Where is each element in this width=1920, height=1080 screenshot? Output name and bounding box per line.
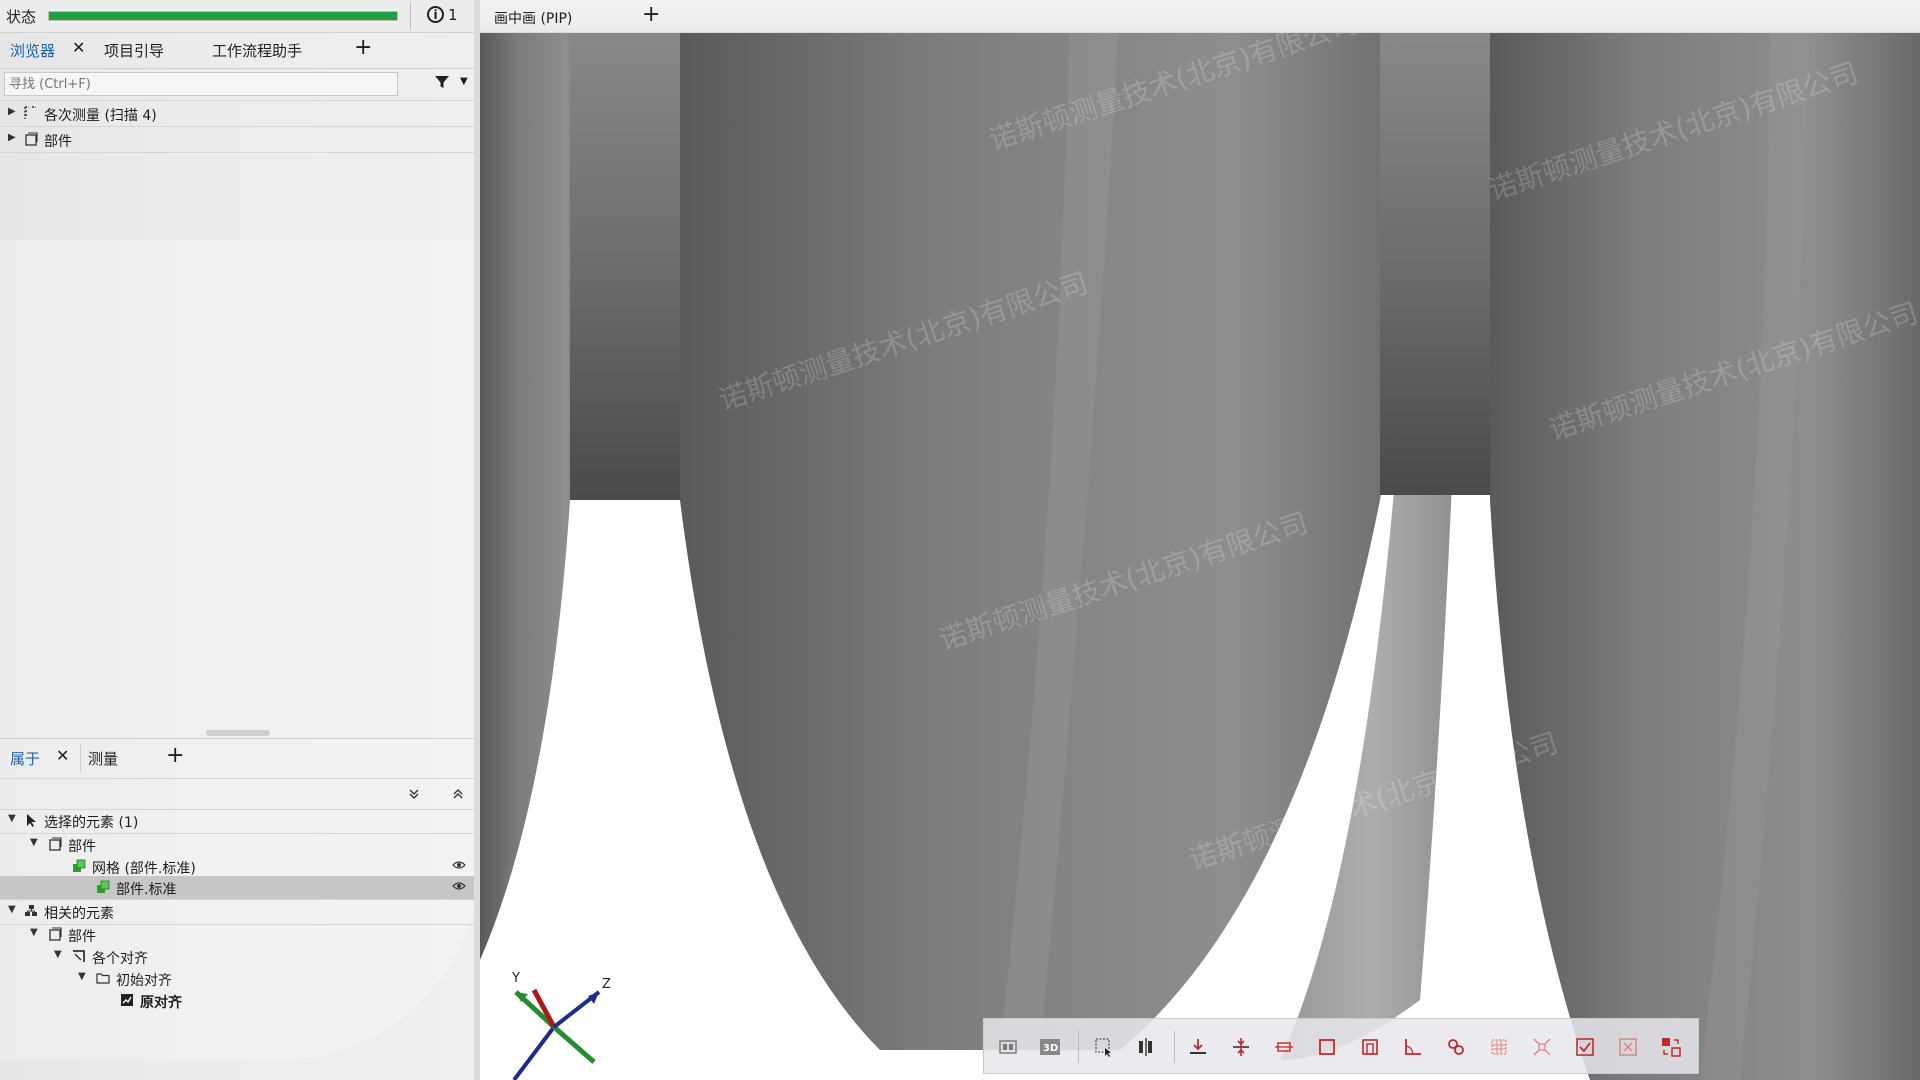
fit-width-icon[interactable] [1270,1033,1298,1061]
split-view-icon[interactable] [1132,1033,1160,1061]
close-icon[interactable]: ✕ [56,746,69,765]
chevron-down-icon[interactable]: ▼ [30,927,38,938]
alignment-icon [73,950,85,962]
tree-item-part[interactable]: ▶ 部件 [0,128,474,153]
info-icon[interactable]: i [427,6,444,23]
2d-view-icon[interactable] [994,1033,1022,1061]
original-alignment-icon [121,994,133,1006]
status-progress-bar [48,11,398,21]
chevron-right-icon[interactable]: ▶ [8,132,16,143]
tree-item-label: 部件 [68,839,96,855]
mesh-render[interactable] [480,0,1920,1080]
check-icon[interactable] [1571,1033,1599,1061]
eye-icon[interactable] [452,881,466,891]
tree-item-label: 原对齐 [140,995,182,1011]
tree-item-label: 初始对齐 [116,973,172,989]
cursor-arrow-icon [27,814,36,827]
tree-item-label: 选择的元素 (1) [44,815,139,831]
tree-item-measurements[interactable]: ▶ 各次测量 (扫描 4) [0,102,474,127]
add-tab-button[interactable]: + [166,743,184,768]
add-tab-button[interactable]: + [354,35,372,60]
close-box-icon[interactable] [1614,1033,1642,1061]
axis-triad: Y Z [511,972,611,1080]
y-axis-neg [552,1025,596,1064]
tab-pip[interactable]: 画中画 (PIP) [494,8,572,28]
part-icon [49,837,62,851]
status-bar: 状态 i 1 [0,0,474,33]
collapse-all-icon[interactable] [452,788,464,800]
info-count: 1 [448,6,458,24]
3d-view-icon[interactable]: 3D [1036,1033,1064,1061]
mesh-icon [73,859,86,872]
tree-item-label: 各次测量 (扫描 4) [44,108,157,124]
tab-measurement[interactable]: 测量 [88,748,118,769]
tree-item-selected-elements[interactable]: ▼ 选择的元素 (1) [0,809,474,834]
tab-workflow-assistant[interactable]: 工作流程助手 [212,40,302,61]
rectangle-icon[interactable] [1313,1033,1341,1061]
measurement-series-icon [24,106,36,119]
align-center-icon[interactable] [1227,1033,1255,1061]
tab-project-guide[interactable]: 项目引导 [104,40,164,61]
frame-icon[interactable] [1356,1033,1384,1061]
tree-item-related-part[interactable]: ▼ 部件 [0,923,474,947]
align-bottom-icon[interactable] [1184,1033,1212,1061]
chevron-down-icon[interactable]: ▼ [460,76,468,87]
properties-tabstrip: 属于 ✕ 测量 + [0,740,474,776]
filter-icon[interactable] [434,74,450,90]
view-toolbar: 3D [983,1018,1699,1074]
properties-toolbar [0,778,474,810]
viewport-tabbar: 画中画 (PIP) + [480,0,1920,33]
tab-properties[interactable]: 属于 [10,748,40,769]
x-axis [512,1025,556,1080]
tree-item-selected-part[interactable]: ▼ 部件 [0,833,474,857]
chevron-down-icon[interactable]: ▼ [30,837,38,848]
tree-item-related-elements[interactable]: ▼ 相关的元素 [0,899,474,925]
transform-icon[interactable] [1657,1033,1685,1061]
chevron-down-icon[interactable]: ▼ [54,949,62,960]
svg-text:3D: 3D [1043,1043,1058,1054]
tree-item-initial-alignment[interactable]: ▼ 初始对齐 [0,967,474,991]
part-icon [25,132,38,146]
tab-browser[interactable]: 浏览器 [10,40,55,61]
tree-item-label: 部件 [44,134,72,150]
close-icon[interactable]: ✕ [72,38,85,57]
add-tab-button[interactable]: + [642,2,660,27]
tree-item-alignments[interactable]: ▼ 各个对齐 [0,945,474,969]
expand-all-icon[interactable] [408,788,420,800]
status-label: 状态 [6,8,37,26]
part-icon [49,927,62,941]
chevron-down-icon[interactable]: ▼ [8,813,16,824]
3d-viewport[interactable]: 诺斯顿测量技术(北京)有限公司 诺斯顿测量技术(北京)有限公司 诺斯顿测量技术(… [480,0,1920,1080]
mesh-icon [97,880,110,893]
tree-item-label: 部件.标准 [116,882,177,898]
chevron-down-icon[interactable]: ▼ [78,971,86,982]
selection-icon[interactable] [1090,1033,1118,1061]
related-elements-icon [25,905,37,916]
chevron-down-icon[interactable]: ▼ [8,904,16,915]
shrink-icon[interactable] [1528,1033,1556,1061]
search-input[interactable] [4,72,398,96]
left-panel: 状态 i 1 浏览器 ✕ 项目引导 工作流程助手 + ▼ ▶ 各次测量 (扫描 … [0,0,480,1080]
tree-item-label: 各个对齐 [92,951,148,967]
eye-icon[interactable] [452,860,466,870]
chevron-right-icon[interactable]: ▶ [8,106,16,117]
angle-icon[interactable] [1399,1033,1427,1061]
grid-select-icon[interactable] [1485,1033,1513,1061]
browser-tabstrip: 浏览器 ✕ 项目引导 工作流程助手 + [0,32,474,69]
tree-item-label: 网格 (部件.标准) [92,861,196,877]
folder-icon [96,973,110,984]
tree-item-label: 部件 [68,929,96,945]
tree-item-original-alignment[interactable]: 原对齐 [0,989,474,1013]
z-axis-label: Z [602,977,611,992]
link-icon[interactable] [1442,1033,1470,1061]
panel-splitter-handle[interactable] [206,730,270,736]
tree-item-mesh-child[interactable]: 部件.标准 [0,876,474,900]
y-axis-label: Y [511,972,520,986]
tree-item-label: 相关的元素 [44,906,114,922]
